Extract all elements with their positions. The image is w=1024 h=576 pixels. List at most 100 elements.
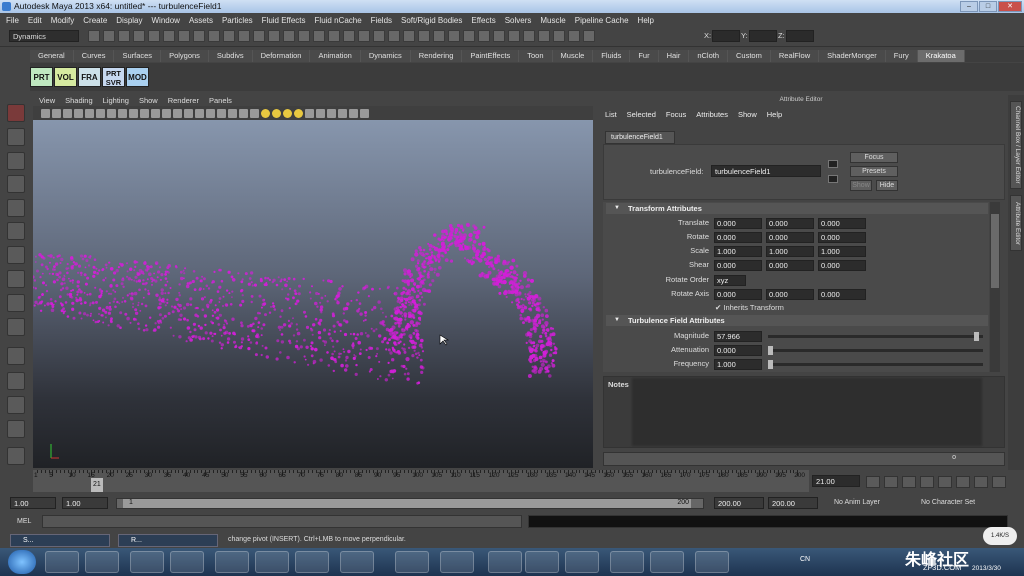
status-tool-icon[interactable] xyxy=(313,30,325,42)
outliner-layout-icon[interactable] xyxy=(7,396,25,414)
viewport-tool-icon[interactable] xyxy=(305,108,314,118)
select-input-icon[interactable] xyxy=(828,160,838,168)
focus-button[interactable]: Focus xyxy=(850,152,898,163)
scale-x-field[interactable]: 1.000 xyxy=(714,246,762,257)
minimize-button[interactable]: – xyxy=(960,1,978,12)
viewport-tool-icon[interactable] xyxy=(250,108,259,118)
end-time-field[interactable]: 200.00 xyxy=(768,497,818,509)
range-slider[interactable]: 1 200 xyxy=(116,498,704,509)
status-tool-icon[interactable] xyxy=(568,30,580,42)
ae-menu-help[interactable]: Help xyxy=(767,108,782,121)
status-tool-icon[interactable] xyxy=(358,30,370,42)
magnitude-slider-handle[interactable] xyxy=(974,332,979,341)
status-tool-icon[interactable] xyxy=(178,30,190,42)
status-tool-icon[interactable] xyxy=(583,30,595,42)
status-tool-icon[interactable] xyxy=(148,30,160,42)
shelf-tab-shadermonger[interactable]: ShaderMonger xyxy=(819,50,886,62)
viewport-tool-icon[interactable] xyxy=(327,108,336,118)
notes-panel[interactable]: Notes xyxy=(603,376,1005,448)
menu-set-dropdown[interactable]: Dynamics xyxy=(9,30,79,42)
single-view-layout-icon[interactable] xyxy=(7,347,25,365)
viewport-menu-view[interactable]: View xyxy=(39,95,55,106)
status-tool-icon[interactable] xyxy=(193,30,205,42)
show-button[interactable]: Show xyxy=(850,180,872,191)
translate-z-field[interactable]: 0.000 xyxy=(818,218,866,229)
status-tool-icon[interactable] xyxy=(418,30,430,42)
menu-solvers[interactable]: Solvers xyxy=(505,16,532,25)
magnitude-field[interactable]: 57.966 xyxy=(714,331,762,342)
viewport-tool-icon[interactable] xyxy=(85,108,94,118)
ae-menu-selected[interactable]: Selected xyxy=(627,108,656,121)
shelf-tab-custom[interactable]: Custom xyxy=(728,50,771,62)
shelf-tab-polygons[interactable]: Polygons xyxy=(161,50,209,62)
magnitude-slider[interactable] xyxy=(768,332,983,341)
menu-edit[interactable]: Edit xyxy=(28,16,42,25)
krakatoa-prt-svr-button[interactable]: PRT SVR xyxy=(102,67,125,87)
status-tool-icon[interactable] xyxy=(508,30,520,42)
krakatoa-prt-button[interactable]: PRT xyxy=(30,67,53,87)
status-tool-icon[interactable] xyxy=(493,30,505,42)
shelf-tab-fluids[interactable]: Fluids xyxy=(593,50,631,62)
hypershade-layout-icon[interactable] xyxy=(7,447,25,465)
status-tool-icon[interactable] xyxy=(538,30,550,42)
x-coord-field[interactable] xyxy=(712,30,740,42)
status-tool-icon[interactable] xyxy=(103,30,115,42)
status-tool-icon[interactable] xyxy=(133,30,145,42)
shelf-tab-fury[interactable]: Fury xyxy=(885,50,918,62)
chrome-icon[interactable] xyxy=(170,551,204,573)
frequency-slider[interactable] xyxy=(768,360,983,369)
firefox-icon[interactable] xyxy=(215,551,249,573)
viewport-tool-icon[interactable] xyxy=(261,108,270,118)
tab-attribute-editor[interactable]: Attribute Editor xyxy=(1010,195,1022,251)
status-tool-icon[interactable] xyxy=(208,30,220,42)
krakatoa-mod-button[interactable]: MOD xyxy=(126,67,149,87)
scale-tool-icon[interactable] xyxy=(7,222,25,240)
turbulence-field-attributes-section[interactable]: Turbulence Field Attributes xyxy=(606,315,988,326)
shelf-tab-general[interactable]: General xyxy=(30,50,74,62)
viewport-tool-icon[interactable] xyxy=(217,108,226,118)
attenuation-field[interactable]: 0.000 xyxy=(714,345,762,356)
mel-label[interactable]: MEL xyxy=(17,518,31,525)
hide-button[interactable]: Hide xyxy=(876,180,898,191)
viewport-tool-icon[interactable] xyxy=(41,108,50,118)
viewport-tool-icon[interactable] xyxy=(283,108,292,118)
scale-z-field[interactable]: 1.000 xyxy=(818,246,866,257)
settings-icon[interactable] xyxy=(650,551,684,573)
attenuation-slider[interactable] xyxy=(768,346,983,355)
viewport-tool-icon[interactable] xyxy=(162,108,171,118)
viewport-tool-icon[interactable] xyxy=(228,108,237,118)
step-forward-key-icon[interactable] xyxy=(974,476,988,488)
viewport-tool-icon[interactable] xyxy=(52,108,61,118)
status-tool-icon[interactable] xyxy=(223,30,235,42)
maximize-button[interactable]: □ xyxy=(979,1,997,12)
menu-create[interactable]: Create xyxy=(83,16,107,25)
menu-soft-rigid-bodies[interactable]: Soft/Rigid Bodies xyxy=(401,16,462,25)
tab-turbulencefield1[interactable]: turbulenceField1 xyxy=(605,131,675,144)
status-tool-icon[interactable] xyxy=(88,30,100,42)
spreadsheet-icon[interactable] xyxy=(525,551,559,573)
rotate-order-dropdown[interactable]: xyz xyxy=(714,275,746,286)
character-set-dropdown[interactable]: No Character Set xyxy=(921,499,975,506)
shelf-tab-painteffects[interactable]: PaintEffects xyxy=(462,50,520,62)
status-tool-icon[interactable] xyxy=(298,30,310,42)
viewport-tool-icon[interactable] xyxy=(239,108,248,118)
shelf-tab-subdivs[interactable]: Subdivs xyxy=(208,50,253,62)
viewport-tool-icon[interactable] xyxy=(360,108,369,118)
viewport-menu-show[interactable]: Show xyxy=(139,95,158,106)
step-forward-frame-icon[interactable] xyxy=(956,476,970,488)
krakatoa-fra-button[interactable]: FRA xyxy=(78,67,101,87)
krakatoa-vol-button[interactable]: VOL xyxy=(54,67,77,87)
attributes-scroll-area[interactable]: Transform Attributes Translate 0.000 0.000… xyxy=(603,202,989,372)
status-tool-icon[interactable] xyxy=(433,30,445,42)
viewport[interactable] xyxy=(31,120,593,468)
presets-button[interactable]: Presets xyxy=(850,166,898,177)
rotate-z-field[interactable]: 0.000 xyxy=(818,232,866,243)
shelf-tab-toon[interactable]: Toon xyxy=(519,50,553,62)
shear-y-field[interactable]: 0.000 xyxy=(766,260,814,271)
status-tool-icon[interactable] xyxy=(478,30,490,42)
status-tool-icon[interactable] xyxy=(253,30,265,42)
word-icon[interactable] xyxy=(395,551,429,573)
select-output-icon[interactable] xyxy=(828,175,838,183)
playback-start-field[interactable]: 1.00 xyxy=(62,497,108,509)
notes-field[interactable] xyxy=(632,378,982,446)
